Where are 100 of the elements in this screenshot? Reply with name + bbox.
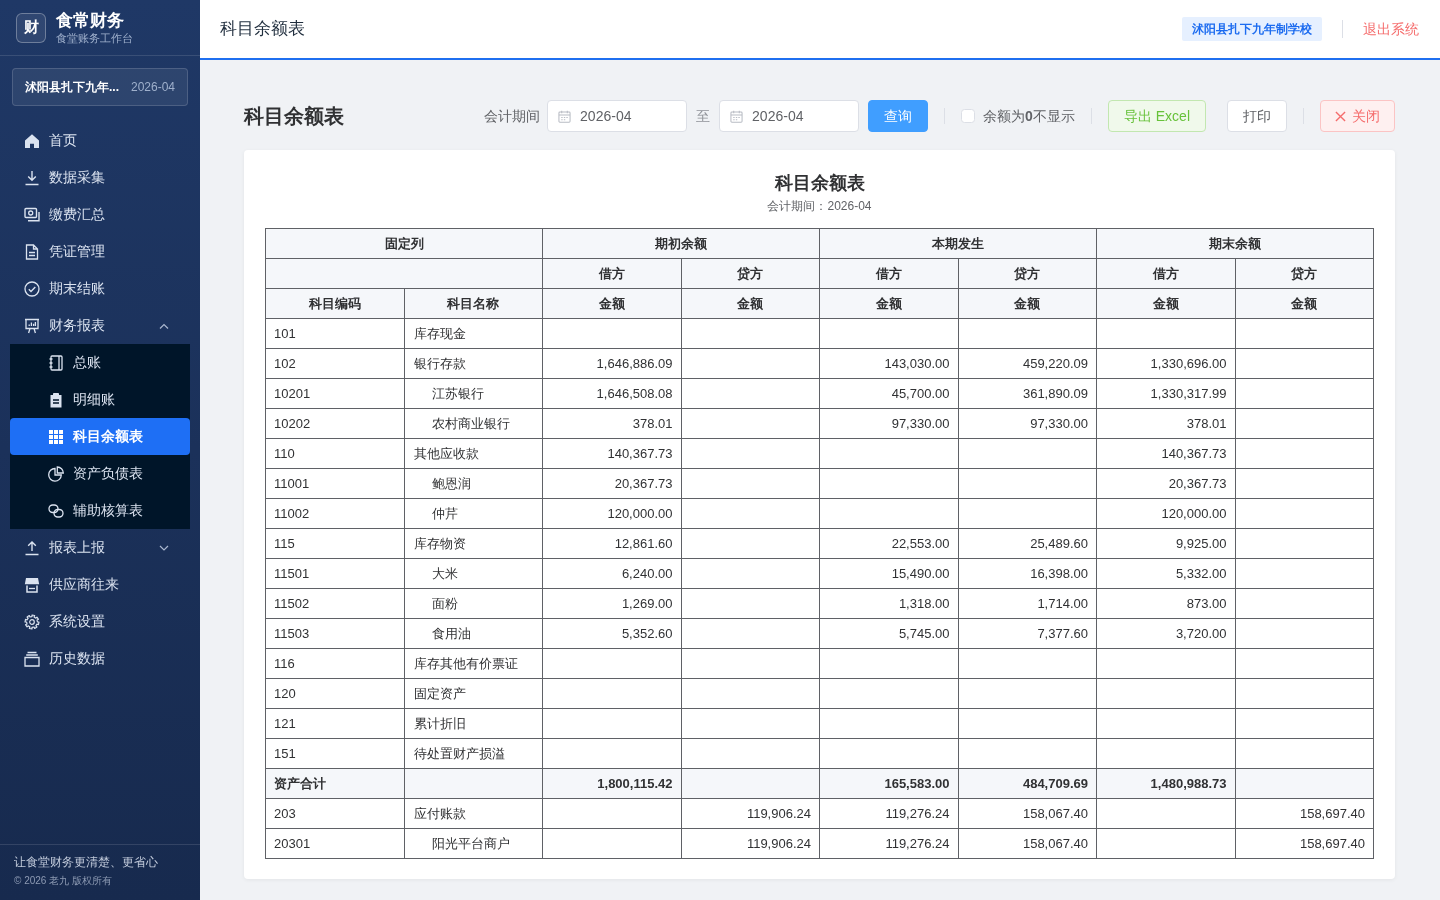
table-cell: 110	[265, 438, 404, 469]
table-cell: 121	[265, 708, 404, 739]
easel-chart-icon	[24, 317, 40, 334]
table-cell: 361,890.09	[958, 378, 1097, 409]
sidebar-item[interactable]: 供应商往来	[10, 566, 190, 603]
table-cell: 378.01	[1096, 408, 1235, 439]
table-cell: 6,240.00	[542, 558, 681, 589]
table-cell: 119,906.24	[681, 828, 820, 859]
table-cell: 158,697.40	[1235, 828, 1374, 859]
table-cell: 资产合计	[265, 768, 404, 799]
table-cell: 151	[265, 738, 404, 769]
sidebar-item[interactable]: 首页	[10, 122, 190, 159]
print-button[interactable]: 打印	[1227, 100, 1287, 132]
table-cell: 120	[265, 678, 404, 709]
range-separator: 至	[696, 106, 711, 126]
column-header: 贷方	[681, 258, 820, 289]
table-cell: 江苏银行	[404, 378, 543, 409]
pie-chart-icon	[48, 465, 64, 482]
date-field[interactable]: 2026-04	[547, 100, 688, 132]
table-cell: 1,480,988.73	[1096, 768, 1235, 799]
table-cell: 20301	[265, 828, 404, 859]
table-cell: 873.00	[1096, 588, 1235, 619]
table-cell: 20,367.73	[542, 468, 681, 499]
sidebar-item[interactable]: 明细账	[10, 381, 190, 418]
column-header: 借方	[819, 258, 958, 289]
table-cell: 119,906.24	[681, 798, 820, 829]
sidebar-item[interactable]: 科目余额表	[10, 418, 190, 455]
column-header: 固定列	[265, 228, 543, 259]
table-cell: 378.01	[542, 408, 681, 439]
table-cell: 9,925.00	[1096, 528, 1235, 559]
column-header: 科目名称	[404, 288, 543, 319]
column-header: 金额	[681, 288, 820, 319]
table-cell: 食用油	[404, 618, 543, 649]
table-cell: 面粉	[404, 588, 543, 619]
column-header: 借方	[1096, 258, 1235, 289]
tray-stack-icon	[24, 650, 40, 667]
table-cell: 大米	[404, 558, 543, 589]
notebook-icon	[48, 354, 64, 371]
table-cell: 11001	[265, 468, 404, 499]
table-cell: 5,352.60	[542, 618, 681, 649]
column-header: 科目编码	[265, 288, 404, 319]
table-cell: 1,330,317.99	[1096, 378, 1235, 409]
sidebar-item[interactable]: 财务报表	[10, 307, 190, 344]
report-title: 科目余额表	[773, 172, 866, 195]
grid-icon	[48, 428, 64, 445]
chain-link-icon	[48, 502, 64, 519]
sidebar-item[interactable]: 期末结账	[10, 270, 190, 307]
sidebar-item[interactable]: 凭证管理	[10, 233, 190, 270]
sidebar-item[interactable]: 辅助核算表	[10, 492, 190, 529]
column-header: 期末余额	[1096, 228, 1374, 259]
sidebar-item[interactable]: 总账	[10, 344, 190, 381]
sidebar-item[interactable]: 资产负债表	[10, 455, 190, 492]
calendar-icon	[558, 110, 572, 123]
calendar-icon	[730, 110, 744, 123]
table-cell: 1,800,115.42	[542, 768, 681, 799]
table-cell: 应付账款	[404, 798, 543, 829]
table-cell: 5,332.00	[1096, 558, 1235, 589]
table-cell: 15,490.00	[819, 558, 958, 589]
table-cell: 1,330,696.00	[1096, 348, 1235, 379]
check-circle-icon	[24, 280, 40, 297]
org-name: 沭阳县扎下九年...	[25, 79, 119, 96]
table-cell: 158,067.40	[958, 828, 1097, 859]
sidebar-item[interactable]: 历史数据	[10, 640, 190, 677]
column-header: 贷方	[1235, 258, 1374, 289]
home-icon	[24, 132, 40, 149]
table-cell: 97,330.00	[819, 408, 958, 439]
table-cell: 阳光平台商户	[404, 828, 543, 859]
sidebar-item[interactable]: 报表上报	[10, 529, 190, 566]
table-cell: 158,697.40	[1235, 798, 1374, 829]
date-field[interactable]: 2026-04	[719, 100, 860, 132]
table-cell: 仲芹	[404, 498, 543, 529]
table-cell: 45,700.00	[819, 378, 958, 409]
table-cell: 鲍恩润	[404, 468, 543, 499]
table-cell: 待处置财产损溢	[404, 738, 543, 769]
table-cell: 10202	[265, 408, 404, 439]
table-cell: 97,330.00	[958, 408, 1097, 439]
table-cell: 119,276.24	[819, 828, 958, 859]
column-header: 贷方	[958, 258, 1097, 289]
checkbox[interactable]	[961, 109, 976, 123]
org-badge: 沭阳县扎下九年制学校	[1182, 17, 1322, 41]
table-cell: 140,367.73	[1096, 438, 1235, 469]
table-cell: 1,646,886.09	[542, 348, 681, 379]
table-cell: 158,067.40	[958, 798, 1097, 829]
table-cell: 25,489.60	[958, 528, 1097, 559]
clipboard-icon	[48, 391, 64, 408]
table-cell: 101	[265, 318, 404, 349]
table-cell: 3,720.00	[1096, 618, 1235, 649]
table-cell: 459,220.09	[958, 348, 1097, 379]
checkbox-label[interactable]: 余额为0不显示	[983, 105, 1075, 127]
table-cell: 143,030.00	[819, 348, 958, 379]
sidebar-item[interactable]: 系统设置	[10, 603, 190, 640]
sidebar-item[interactable]: 数据采集	[10, 159, 190, 196]
table-cell: 库存其他有价票证	[404, 648, 543, 679]
banknote-stack-icon	[24, 206, 40, 223]
org-selector[interactable]: 沭阳县扎下九年... 2026-04	[12, 68, 188, 106]
sidebar-item[interactable]: 缴费汇总	[10, 196, 190, 233]
table-cell: 102	[265, 348, 404, 379]
table-cell: 11002	[265, 498, 404, 529]
table-cell: 22,553.00	[819, 528, 958, 559]
field-label: 会计期间	[484, 106, 541, 126]
